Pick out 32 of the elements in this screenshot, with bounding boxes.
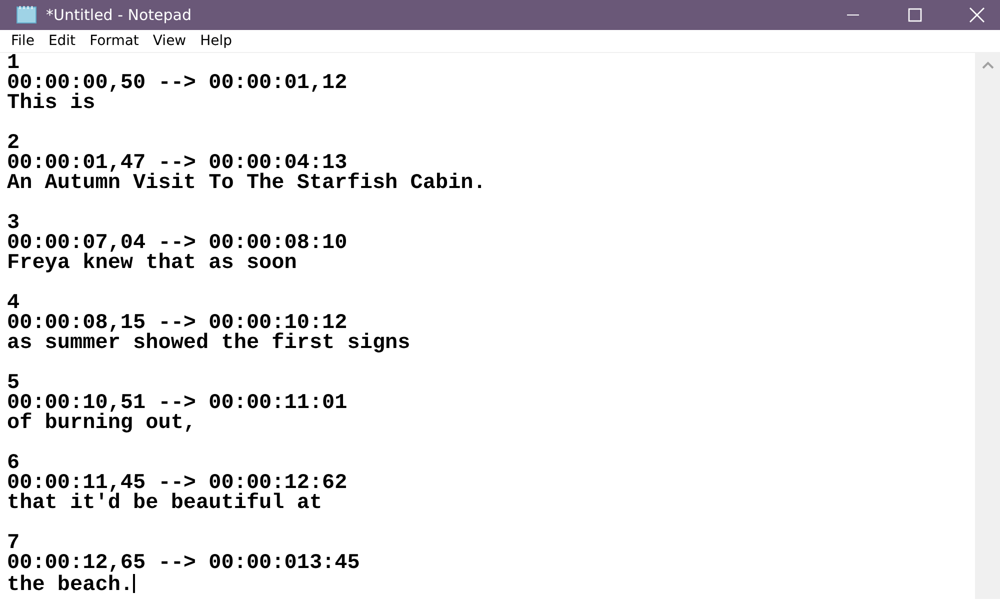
menu-item[interactable]: File xyxy=(4,30,42,52)
subtitle-timing: 00:00:11,45 --> 00:00:12:62 xyxy=(7,474,348,494)
subtitle-timing: 00:00:08,15 --> 00:00:10:12 xyxy=(7,314,348,334)
menu-item[interactable]: Format xyxy=(82,30,146,52)
menu-item[interactable]: Help xyxy=(193,30,240,52)
subtitle-timing: 00:00:10,51 --> 00:00:11:01 xyxy=(7,394,348,414)
subtitle-number: 6 xyxy=(7,454,20,474)
subtitle-text: An Autumn Visit To The Starfish Cabin. xyxy=(7,174,486,194)
subtitle-text: as summer showed the first signs xyxy=(7,334,410,354)
subtitle-number: 5 xyxy=(7,374,20,394)
menu-item[interactable]: Edit xyxy=(41,30,83,52)
subtitle-number: 7 xyxy=(7,534,20,554)
menu-item[interactable]: View xyxy=(146,30,194,52)
scrollbar[interactable] xyxy=(975,53,1000,599)
subtitle-timing: 00:00:07,04 --> 00:00:08:10 xyxy=(7,234,348,254)
subtitle-text: This is xyxy=(7,94,96,114)
subtitle-number: 1 xyxy=(7,54,20,74)
close-icon xyxy=(969,7,985,23)
subtitle-timing: 00:00:01,47 --> 00:00:04:13 xyxy=(7,154,348,174)
subtitle-timing: 00:00:12,65 --> 00:00:013:45 xyxy=(7,554,360,574)
notepad-icon xyxy=(16,5,38,25)
window-title: *Untitled - Notepad xyxy=(46,4,192,26)
subtitle-text: that it'd be beautiful at xyxy=(7,494,322,514)
text-cursor xyxy=(133,574,136,593)
subtitle-text: of burning out, xyxy=(7,414,196,434)
maximize-icon xyxy=(908,8,922,22)
subtitle-text: Freya knew that as soon xyxy=(7,254,297,274)
subtitle-text: the beach. xyxy=(7,576,134,596)
subtitle-number: 2 xyxy=(7,134,20,154)
subtitle-timing: 00:00:00,50 --> 00:00:01,12 xyxy=(7,74,348,94)
subtitle-number: 4 xyxy=(7,294,20,314)
subtitle-number: 3 xyxy=(7,214,20,234)
